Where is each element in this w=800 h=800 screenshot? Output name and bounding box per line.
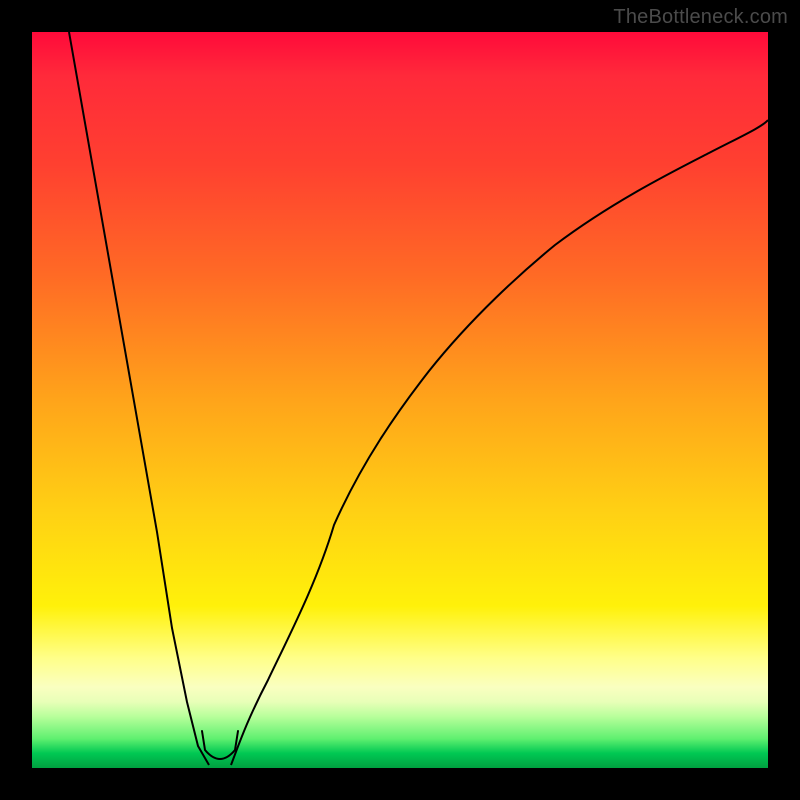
watermark-label: TheBottleneck.com [613,6,788,29]
curve-left-branch [69,32,209,765]
plot-area [32,32,768,768]
trough-marker-u [202,731,238,759]
chart-frame: TheBottleneck.com [0,0,800,800]
curve-right-branch [231,120,768,765]
bottleneck-curve [32,32,768,768]
